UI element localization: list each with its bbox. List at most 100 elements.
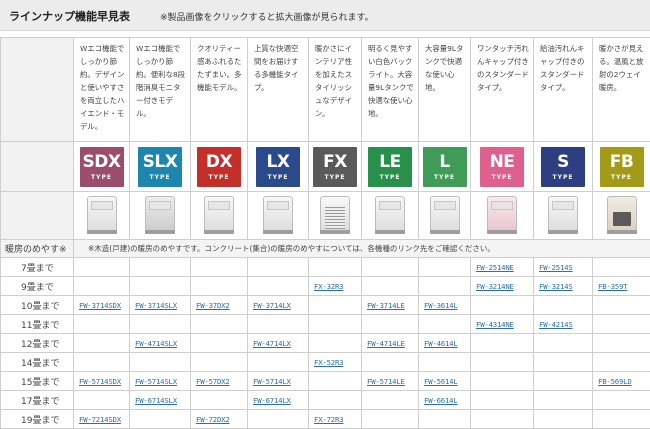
model-link[interactable]: FW-3714SLX	[130, 301, 190, 310]
model-link[interactable]: FW-2514NE	[471, 263, 533, 272]
product-image-cell	[248, 192, 309, 240]
model-link[interactable]: FW-4714LX	[248, 339, 308, 348]
model-link[interactable]: FW-37DX2	[191, 301, 247, 310]
model-link[interactable]: FX-72R3	[309, 415, 361, 424]
model-link[interactable]: FW-3214S	[534, 282, 592, 291]
model-link-cell: FW-3714LX	[248, 296, 309, 315]
model-link-cell: FW-5714SDX	[74, 372, 130, 391]
model-link-cell	[191, 391, 248, 410]
type-sub-label: TYPE	[600, 174, 644, 182]
room-size-label: 10畳まで	[1, 299, 73, 312]
model-link-cell	[130, 315, 191, 334]
model-link[interactable]: FW-4614L	[419, 339, 470, 348]
heater-white-icon[interactable]	[375, 196, 405, 234]
heater-white-icon[interactable]	[204, 196, 234, 234]
model-link[interactable]: FW-6714LX	[248, 396, 308, 405]
model-description-cell: 上質な快適空間をお届けする多機能タイプ。	[248, 38, 309, 142]
model-link-cell: FW-3714LE	[362, 296, 419, 315]
model-link[interactable]: FW-3714LX	[248, 301, 308, 310]
model-link-cell: FW-6714SLX	[130, 391, 191, 410]
model-link-cell	[419, 277, 471, 296]
heater-white-icon[interactable]	[430, 196, 460, 234]
model-link-cell: FW-4314NE	[471, 315, 534, 334]
model-link-cell	[471, 391, 534, 410]
model-link[interactable]: FW-5714SLX	[130, 377, 190, 386]
model-link[interactable]: FW-2514S	[534, 263, 592, 272]
model-link[interactable]: FW-4714SLX	[130, 339, 190, 348]
model-link-cell: FW-5614L	[419, 372, 471, 391]
model-link-cell: FW-5714SLX	[130, 372, 191, 391]
model-link[interactable]: FW-5714LE	[362, 377, 418, 386]
heater-grill-icon[interactable]	[320, 196, 350, 234]
model-link-cell	[130, 410, 191, 429]
product-image-row	[1, 192, 650, 240]
model-link-cell	[309, 315, 362, 334]
model-link-cell: FB-569LD	[593, 372, 650, 391]
model-link-cell	[191, 258, 248, 277]
model-link-cell	[593, 296, 650, 315]
model-link[interactable]: FX-52R3	[309, 358, 361, 367]
product-image-cell	[362, 192, 419, 240]
heater-panel	[552, 201, 574, 210]
heater-pink-icon[interactable]	[487, 196, 517, 234]
type-code: DX	[197, 147, 241, 174]
heater-white-icon[interactable]	[263, 196, 293, 234]
model-link[interactable]: FW-3214NE	[471, 282, 533, 291]
model-link[interactable]: FW-72DX2	[191, 415, 247, 424]
product-image-cell	[191, 192, 248, 240]
model-link-cell	[362, 410, 419, 429]
model-link[interactable]: FW-5714SDX	[74, 377, 129, 386]
product-image-cell	[74, 192, 130, 240]
heater-silver-icon[interactable]	[145, 196, 175, 234]
model-link-cell	[74, 315, 130, 334]
heater-base	[430, 230, 460, 234]
model-link[interactable]: FW-7214SDX	[74, 415, 129, 424]
product-image-cell	[534, 192, 593, 240]
model-link-cell	[74, 353, 130, 372]
model-link-cell	[534, 372, 593, 391]
model-description-cell: 暖かさにインテリア性を加えたスタイリッシュなデザイン。	[309, 38, 362, 142]
model-description: ワンタッチ汚れんキャップ付きのスタンダードタイプ。	[471, 38, 533, 94]
room-size-label: 17畳まで	[1, 394, 73, 407]
model-description: 上質な快適空間をお届けする多機能タイプ。	[248, 38, 308, 94]
model-link[interactable]: FW-4714LE	[362, 339, 418, 348]
model-link-cell	[471, 334, 534, 353]
model-link[interactable]: FW-57DX2	[191, 377, 247, 386]
model-link[interactable]: FW-3614L	[419, 301, 470, 310]
model-description: 大容量9Lタンクで快適な使い心地。	[419, 38, 470, 94]
room-size-label: 7畳まで	[1, 261, 73, 274]
product-image-cell	[419, 192, 471, 240]
heating-guide-label-cell: 暖房のめやす※	[1, 240, 74, 258]
model-link[interactable]: FW-5714LX	[248, 377, 308, 386]
model-description-cell: Wエコ機能でしっかり節約。デザインと使いやすさを両立したハイエンド・モデル。	[74, 38, 130, 142]
model-link-cell	[471, 296, 534, 315]
model-link-cell	[130, 353, 191, 372]
room-size-label-cell: 12畳まで	[1, 334, 74, 353]
model-link[interactable]: FW-4214S	[534, 320, 592, 329]
model-link[interactable]: FX-32R3	[309, 282, 361, 291]
heater-white-icon[interactable]	[548, 196, 578, 234]
type-badge-cell: LETYPE	[362, 142, 419, 192]
heater-window-icon[interactable]	[607, 196, 637, 234]
model-link[interactable]: FW-4314NE	[471, 320, 533, 329]
model-link-cell	[309, 334, 362, 353]
model-link[interactable]: FW-6714SLX	[130, 396, 190, 405]
model-description-cell: Wエコ機能でしっかり節約。便利な8段階消臭モニター付きモデル。	[130, 38, 191, 142]
lineup-table: Wエコ機能でしっかり節約。デザインと使いやすさを両立したハイエンド・モデル。Wエ…	[0, 37, 650, 429]
room-size-label: 15畳まで	[1, 375, 73, 388]
model-link[interactable]: FW-6614L	[419, 396, 470, 405]
model-link-cell	[419, 315, 471, 334]
model-description-cell: 明るく見やすい白色バックライト。大容量9Lタンクで快適な使い心地。	[362, 38, 419, 142]
model-description: 暖かさにインテリア性を加えたスタイリッシュなデザイン。	[309, 38, 361, 120]
model-link-cell	[534, 410, 593, 429]
heater-white-icon[interactable]	[87, 196, 117, 234]
model-link[interactable]: FW-3714SDX	[74, 301, 129, 310]
model-link-cell: FW-3714SDX	[74, 296, 130, 315]
model-link[interactable]: FB-359T	[593, 282, 650, 291]
model-description: 暖かさが見える。温風と放射の2ウェイ暖房。	[593, 38, 650, 94]
model-link[interactable]: FW-5614L	[419, 377, 470, 386]
model-link-cell: FW-3614L	[419, 296, 471, 315]
model-link[interactable]: FW-3714LE	[362, 301, 418, 310]
model-link[interactable]: FB-569LD	[593, 377, 650, 386]
type-badge-row: SDXTYPESLXTYPEDXTYPELXTYPEFXTYPELETYPELT…	[1, 142, 650, 192]
